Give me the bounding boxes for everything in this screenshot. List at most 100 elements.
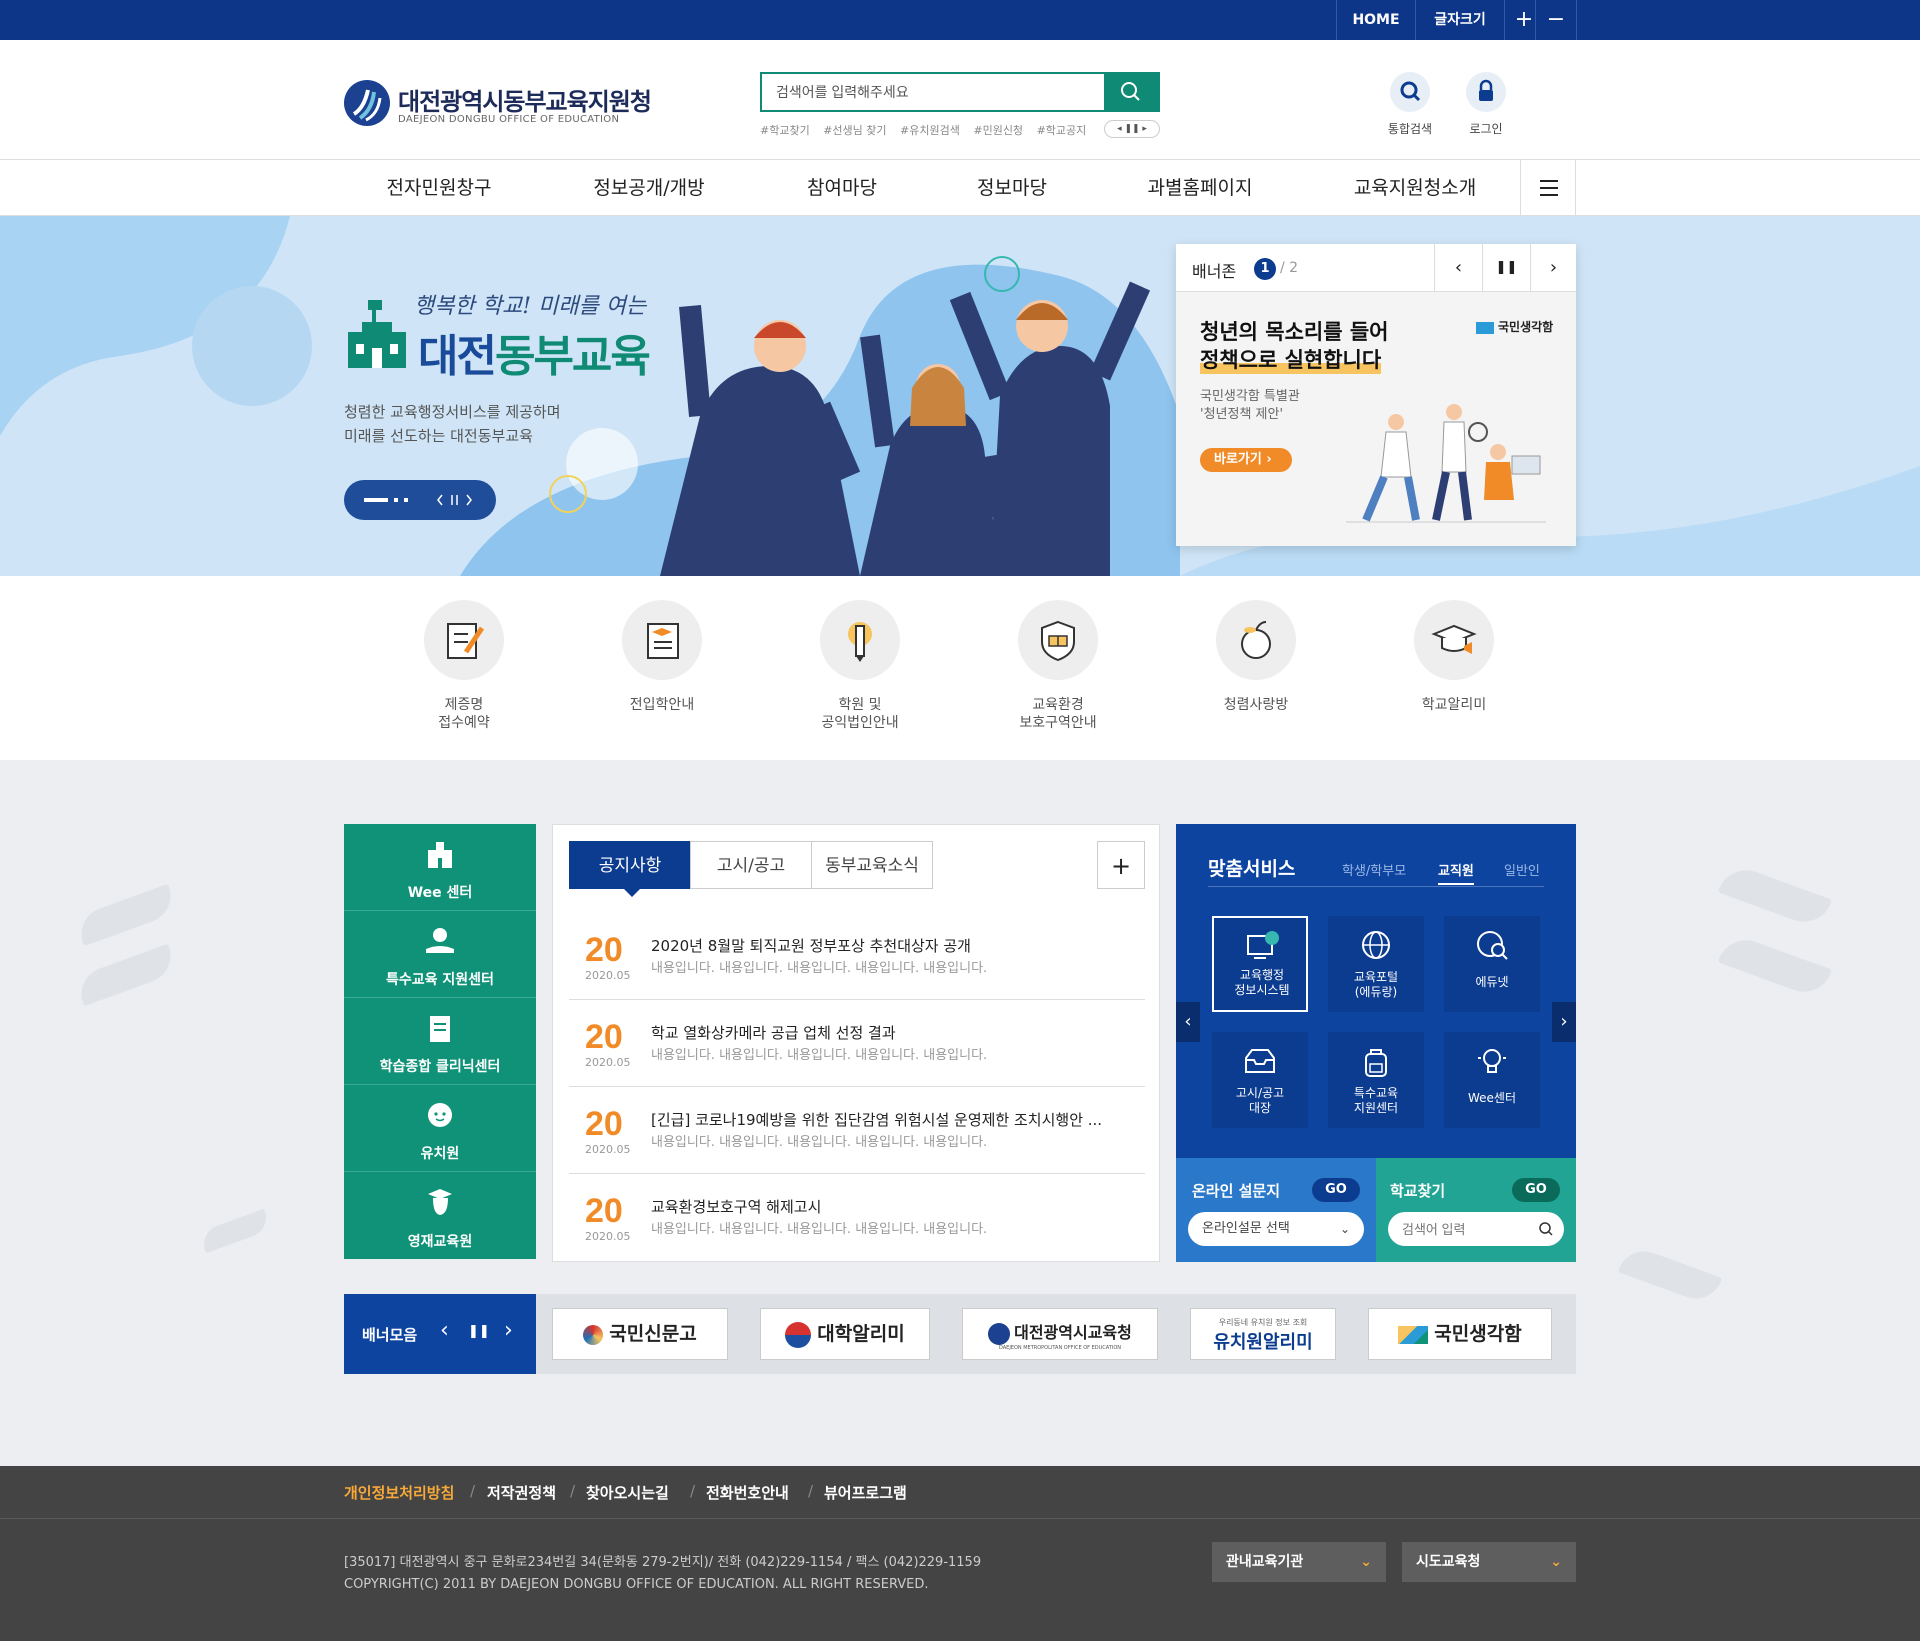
search-tag[interactable]: #선생님 찾기	[823, 124, 886, 137]
site-title[interactable]: 대전광역시동부교육지원청	[398, 82, 652, 117]
side-menu-special-edu[interactable]: 특수교육 지원센터	[344, 911, 536, 998]
inbox-icon	[1245, 1049, 1275, 1073]
search-input[interactable]	[762, 74, 1102, 110]
quick-item-academy[interactable]: 학원 및 공익법인안내	[790, 600, 930, 732]
service-prev-button[interactable]: ‹	[1176, 1002, 1200, 1042]
quick-item-integrity[interactable]: 청렴사랑방	[1186, 600, 1326, 714]
chevron-right-icon: ›	[1560, 1011, 1568, 1032]
nav-info-disclosure[interactable]: 정보공개/개방	[554, 160, 744, 216]
all-menu-button[interactable]	[1520, 160, 1576, 216]
service-tile-notice-ledger[interactable]: 고시/공고 대장	[1212, 1032, 1308, 1128]
site-header: 대전광역시동부교육지원청 DAEJEON DONGBU OFFICE OF ED…	[0, 40, 1920, 160]
notice-row[interactable]: 20 2020.05 교육환경보호구역 해제고시 내용입니다. 내용입니다. 내…	[569, 1174, 1145, 1261]
side-menu-gifted[interactable]: 영재교육원	[344, 1172, 536, 1259]
quick-item-certificate[interactable]: 제증명 접수예약	[394, 600, 534, 732]
banner-logo-epeople[interactable]: 국민신문고	[552, 1308, 728, 1360]
footer-select-local-institutions[interactable]: 관내교육기관 ⌄	[1212, 1542, 1386, 1582]
search-icon[interactable]	[1538, 1221, 1554, 1237]
notice-more-button[interactable]: +	[1097, 841, 1145, 889]
nav-about[interactable]: 교육지원청소개	[1310, 160, 1520, 216]
banner-next-button[interactable]: ›	[1530, 244, 1576, 292]
quick-item-school-info[interactable]: 학교알리미	[1384, 600, 1524, 714]
quick-item-transfer[interactable]: 전입학안내	[592, 600, 732, 714]
document-pen-icon	[424, 600, 504, 680]
unified-search-button[interactable]	[1390, 72, 1430, 112]
people-idea-logo-icon	[1398, 1325, 1429, 1344]
service-tile-special-edu[interactable]: 특수교육 지원센터	[1328, 1032, 1424, 1128]
footer-link-copyright[interactable]: 저작권정책	[487, 1482, 556, 1503]
banner-collection-next-button[interactable]: ›	[504, 1318, 513, 1343]
footer-select-provincial-offices[interactable]: 시도교육청 ⌄	[1402, 1542, 1576, 1582]
notice-row[interactable]: 20 2020.05 2020년 8월말 퇴직교원 정부포상 추천대상자 공개 …	[569, 913, 1145, 1000]
banner-pause-button[interactable]: ❚❚	[1482, 244, 1530, 292]
side-menu-kindergarten[interactable]: 유치원	[344, 1085, 536, 1172]
banner-logo-kindergarten[interactable]: 우리동네 유치원 정보 조회 유치원알리미	[1190, 1308, 1336, 1360]
banner-logo-strip: 국민신문고 대학알리미 대전광역시교육청 DAEJEON METROPOLITA…	[536, 1294, 1576, 1374]
school-search-panel: 학교찾기 GO	[1376, 1158, 1576, 1262]
notice-row[interactable]: 20 2020.05 [긴급] 코로나19예방을 위한 집단감염 위험시설 운영…	[569, 1087, 1145, 1174]
service-next-button[interactable]: ›	[1552, 1002, 1576, 1042]
tab-announcement[interactable]: 고시/공고	[690, 841, 812, 889]
hero-pause-button[interactable]	[444, 480, 464, 520]
side-menu-clinic[interactable]: 학습종합 클리닉센터	[344, 998, 536, 1085]
banner-logo-dje[interactable]: 대전광역시교육청 DAEJEON METROPOLITAN OFFICE OF …	[962, 1308, 1158, 1360]
banner-prev-button[interactable]: ‹	[1434, 244, 1482, 292]
tab-notice[interactable]: 공지사항	[569, 841, 691, 889]
footer-link-viewer[interactable]: 뷰어프로그램	[824, 1482, 907, 1503]
service-tile-admin-system[interactable]: 교육행정 정보시스템	[1212, 916, 1308, 1012]
footer-separator: /	[690, 1482, 696, 1500]
nav-participation[interactable]: 참여마당	[752, 160, 932, 216]
footer-link-directions[interactable]: 찾아오시는길	[586, 1482, 669, 1503]
footer-link-phone[interactable]: 전화번호안내	[706, 1482, 789, 1503]
search-tag[interactable]: #유치원검색	[900, 124, 960, 137]
service-tile-edu-portal[interactable]: 교육포털 (에듀랑)	[1328, 916, 1424, 1012]
side-menu-wee[interactable]: Wee 센터	[344, 824, 536, 911]
search-tag[interactable]: #학교공지	[1037, 124, 1087, 137]
magnifier-icon	[1400, 81, 1421, 102]
school-go-button[interactable]: GO	[1512, 1178, 1560, 1202]
notice-row[interactable]: 20 2020.05 학교 열화상카메라 공급 업체 선정 결과 내용입니다. …	[569, 1000, 1145, 1087]
logo-emblem-icon[interactable]	[344, 80, 390, 126]
school-icon	[428, 842, 452, 868]
top-utility-bar: HOME 글자크기 + −	[0, 0, 1920, 40]
service-tile-wee-center[interactable]: Wee센터	[1444, 1032, 1540, 1128]
survey-go-button[interactable]: GO	[1312, 1178, 1360, 1202]
site-footer: 개인정보처리방침 / 저작권정책 / 찾아오시는길 / 전화번호안내 / 뷰어프…	[0, 1466, 1920, 1641]
nav-department-sites[interactable]: 과별홈페이지	[1110, 160, 1290, 216]
service-tab-public[interactable]: 일반인	[1504, 860, 1540, 879]
tab-dongbu-news[interactable]: 동부교육소식	[811, 841, 933, 889]
search-button[interactable]	[1104, 74, 1158, 110]
font-decrease-button[interactable]: −	[1536, 0, 1576, 40]
site-subtitle: DAEJEON DONGBU OFFICE OF EDUCATION	[398, 114, 620, 125]
chevron-left-icon: ‹	[1184, 1011, 1192, 1032]
banner-go-button[interactable]: 바로가기 ›	[1200, 448, 1292, 472]
dje-emblem-icon	[988, 1322, 1011, 1345]
home-link[interactable]: HOME	[1337, 0, 1415, 40]
banner-logo-university[interactable]: 대학알리미	[760, 1308, 930, 1360]
tag-slider-control[interactable]: ◂ ❚❚ ▸	[1104, 120, 1160, 138]
search-tag[interactable]: #민원신청	[973, 124, 1023, 137]
quick-item-environment[interactable]: 교육환경 보호구역안내	[988, 600, 1128, 732]
survey-select[interactable]: 온라인설문 선택 ⌄	[1188, 1212, 1364, 1246]
decorative-leaf	[1717, 932, 1833, 1000]
login-label[interactable]: 로그인	[1446, 120, 1526, 137]
unified-search-label[interactable]: 통합검색	[1370, 120, 1450, 137]
nav-information[interactable]: 정보마당	[922, 160, 1102, 216]
footer-link-privacy[interactable]: 개인정보처리방침	[344, 1482, 454, 1503]
service-tile-edunet[interactable]: 에듀넷	[1444, 916, 1540, 1012]
banner-zone-label: 배너존	[1192, 262, 1237, 281]
globe-search-icon	[1477, 931, 1508, 960]
hero-next-button[interactable]	[468, 480, 492, 520]
banner-collection-pause-button[interactable]: ❚❚	[468, 1324, 490, 1339]
nav-civil-service[interactable]: 전자민원창구	[344, 160, 534, 216]
banner-logo-people-idea[interactable]: 국민생각함	[1368, 1308, 1552, 1360]
login-button[interactable]	[1466, 72, 1506, 112]
lightbulb-icon	[1478, 1049, 1506, 1073]
service-tab-student[interactable]: 학생/학부모	[1342, 860, 1406, 879]
banner-collection-prev-button[interactable]: ‹	[440, 1318, 449, 1343]
banner-slide[interactable]: 청년의 목소리를 들어 정책으로 실현합니다 국민생각함 국민생각함 특별관 '…	[1176, 292, 1576, 546]
banner-current-page: 1	[1254, 258, 1276, 280]
search-tag[interactable]: #학교찾기	[760, 124, 810, 137]
service-tab-staff[interactable]: 교직원	[1438, 860, 1474, 885]
school-search-input[interactable]	[1388, 1212, 1528, 1246]
